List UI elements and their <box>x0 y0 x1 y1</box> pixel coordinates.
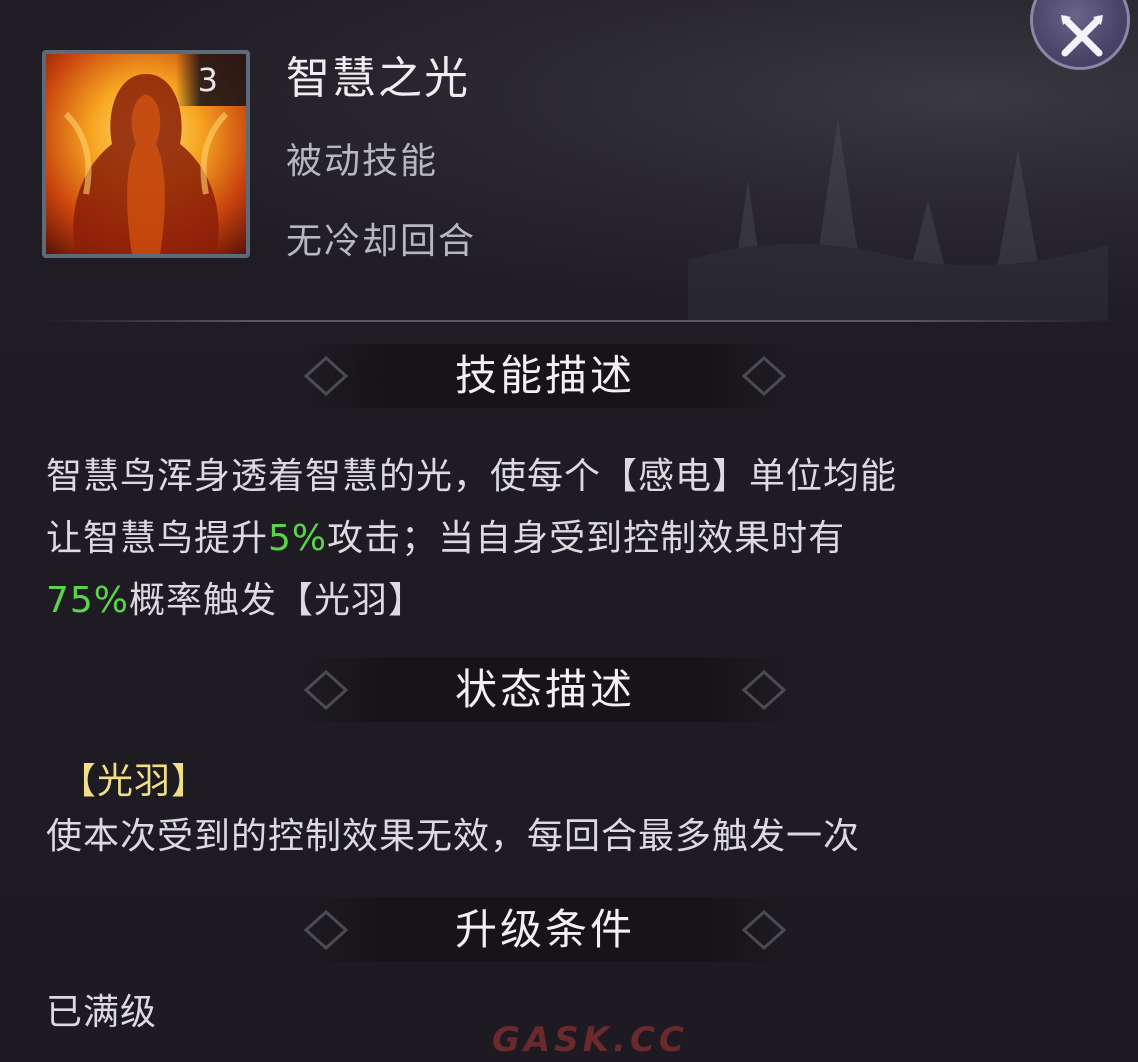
ornament-right-icon <box>742 355 787 397</box>
background-trees-decoration <box>688 120 1108 320</box>
skill-icon: 3 <box>42 50 250 258</box>
section-title: 技能描述 <box>454 351 635 400</box>
status-tag: 【光羽】 <box>60 761 209 802</box>
description-line: 75%概率触发【光羽】 <box>46 570 1046 632</box>
description-text: 概率触发【光羽】 <box>129 580 426 621</box>
description-line: 智慧鸟浑身透着智慧的光，使每个【感电】单位均能 <box>46 456 898 497</box>
description-line: 让智慧鸟提升5%攻击；当自身受到控制效果时有 <box>46 508 1046 570</box>
skill-name: 智慧之光 <box>286 53 470 104</box>
section-header-skill-desc: 技能描述 <box>300 344 790 408</box>
close-icon <box>1061 15 1103 57</box>
section-title: 状态描述 <box>454 665 635 714</box>
attack-bonus-value: 5% <box>268 518 328 559</box>
skill-level-badge: 3 <box>176 54 246 106</box>
section-header-status-desc: 状态描述 <box>300 658 790 722</box>
watermark: GASK.CC <box>492 1020 688 1060</box>
trigger-chance-value: 75% <box>46 580 130 621</box>
skill-header: 3 智慧之光 被动技能 无冷却回合 <box>0 0 1138 322</box>
ornament-right-icon <box>742 909 787 951</box>
description-text: 攻击；当自身受到控制效果时有 <box>327 518 846 559</box>
ornament-right-icon <box>742 669 787 711</box>
status-description: 使本次受到的控制效果无效，每回合最多触发一次 <box>46 816 861 857</box>
skill-type: 被动技能 <box>286 141 439 182</box>
skill-detail-panel: 3 智慧之光 被动技能 无冷却回合 技能描述 智慧鸟浑身透着智慧的光，使每个【感… <box>0 0 1138 1062</box>
section-title: 升级条件 <box>454 905 635 954</box>
description-text: 让智慧鸟提升 <box>46 518 269 559</box>
section-header-upgrade: 升级条件 <box>300 898 790 962</box>
skill-description: 智慧鸟浑身透着智慧的光，使每个【感电】单位均能 让智慧鸟提升5%攻击；当自身受到… <box>46 446 1046 632</box>
skill-cooldown: 无冷却回合 <box>286 221 477 262</box>
